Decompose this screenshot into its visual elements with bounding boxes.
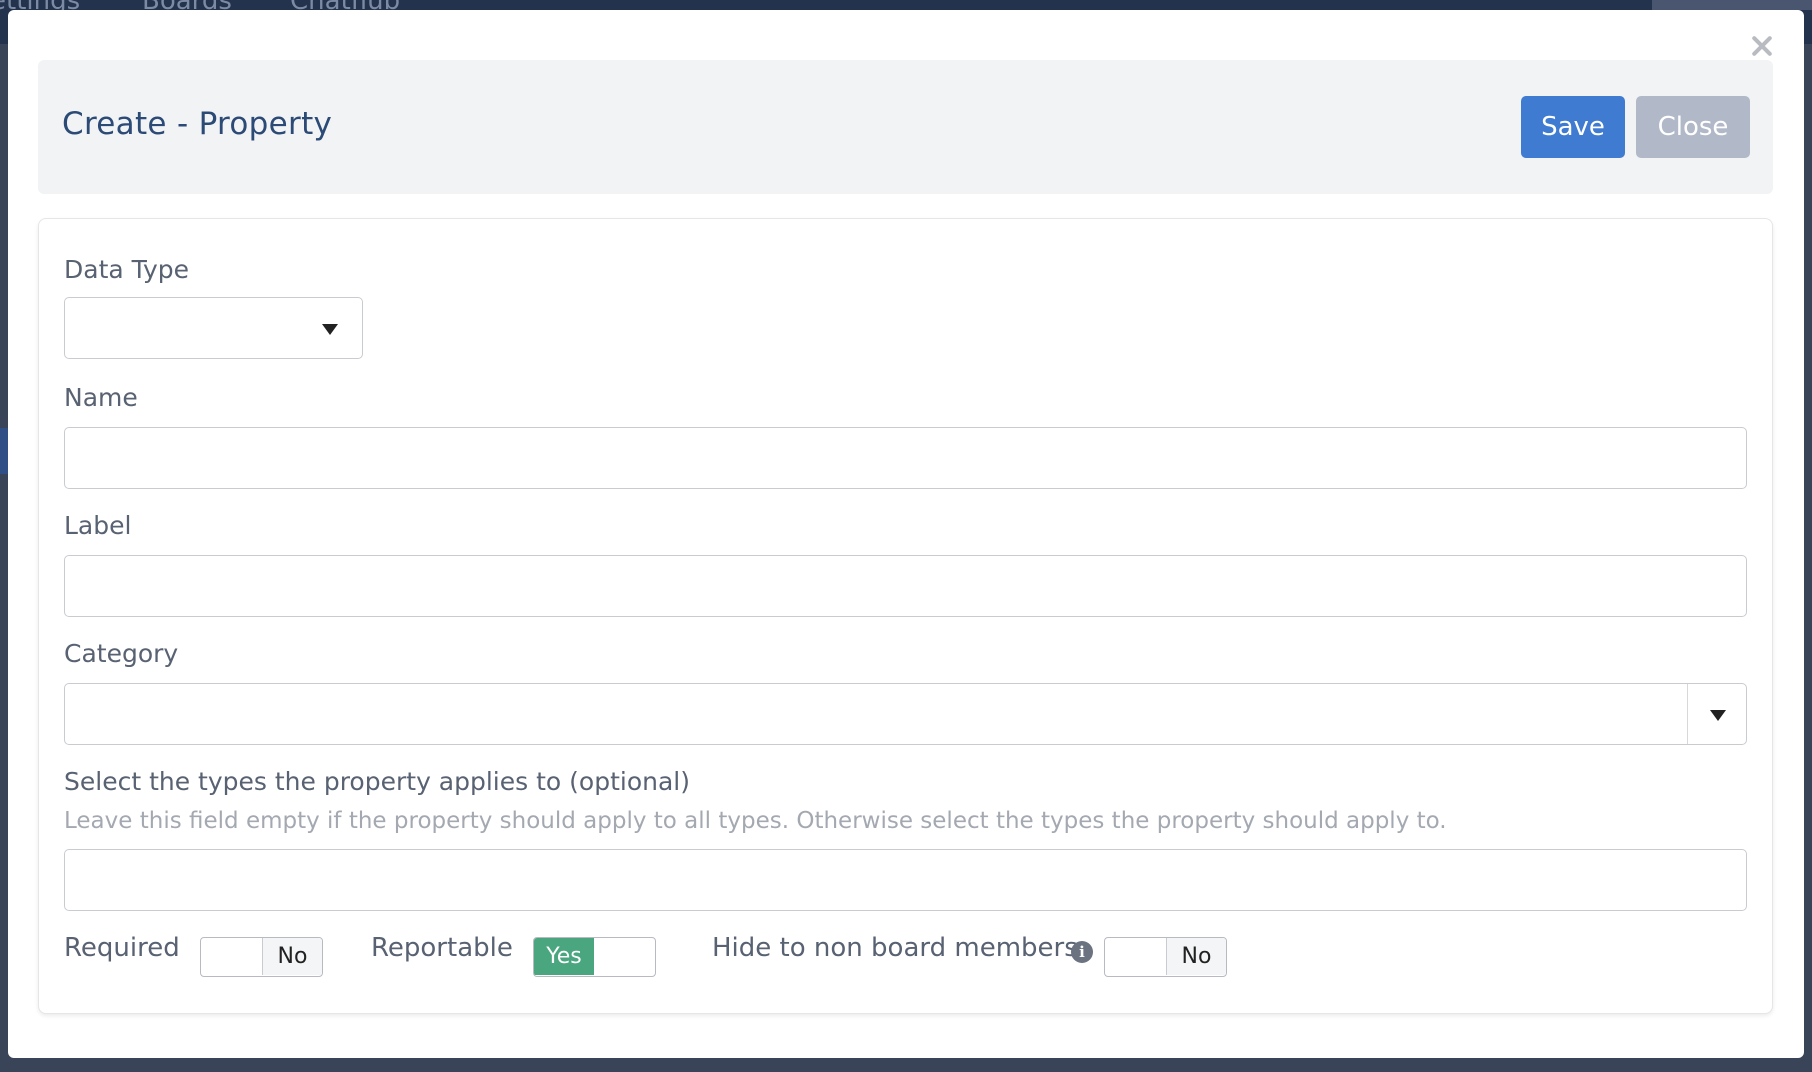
chevron-down-icon (322, 324, 338, 335)
select-divider (1687, 684, 1688, 744)
data-type-label: Data Type (64, 255, 190, 284)
label-label: Label (64, 511, 132, 540)
required-toggle[interactable]: No (200, 937, 323, 977)
hide-toggle[interactable]: No (1104, 937, 1227, 977)
reportable-toggle-value: Yes (534, 938, 594, 975)
chevron-down-icon (1710, 710, 1726, 721)
modal-title: Create - Property (62, 106, 333, 142)
bg-create-button (1652, 0, 1812, 10)
reportable-label: Reportable (371, 933, 513, 963)
name-label: Name (64, 383, 138, 412)
save-button[interactable]: Save (1521, 96, 1625, 158)
types-multiselect[interactable] (64, 849, 1747, 911)
close-icon[interactable] (1748, 32, 1776, 60)
types-label: Select the types the property applies to… (64, 767, 690, 796)
label-input[interactable] (64, 555, 1747, 617)
types-hint: Leave this field empty if the property s… (64, 808, 1447, 834)
category-select[interactable] (64, 683, 1747, 745)
hide-toggle-value: No (1166, 938, 1226, 975)
name-input[interactable] (64, 427, 1747, 489)
close-button[interactable]: Close (1636, 96, 1750, 158)
property-form: Data Type Name Label Category Select the… (38, 218, 1773, 1014)
data-type-select[interactable] (64, 297, 363, 359)
info-icon[interactable]: i (1071, 941, 1093, 963)
reportable-toggle[interactable]: Yes (533, 937, 656, 977)
modal-header: Create - Property Save Close (38, 60, 1773, 194)
required-toggle-value: No (262, 938, 322, 975)
required-label: Required (64, 933, 180, 963)
category-label: Category (64, 639, 179, 668)
hide-label: Hide to non board members (712, 933, 1078, 963)
create-property-modal: Create - Property Save Close Data Type N… (8, 10, 1804, 1058)
